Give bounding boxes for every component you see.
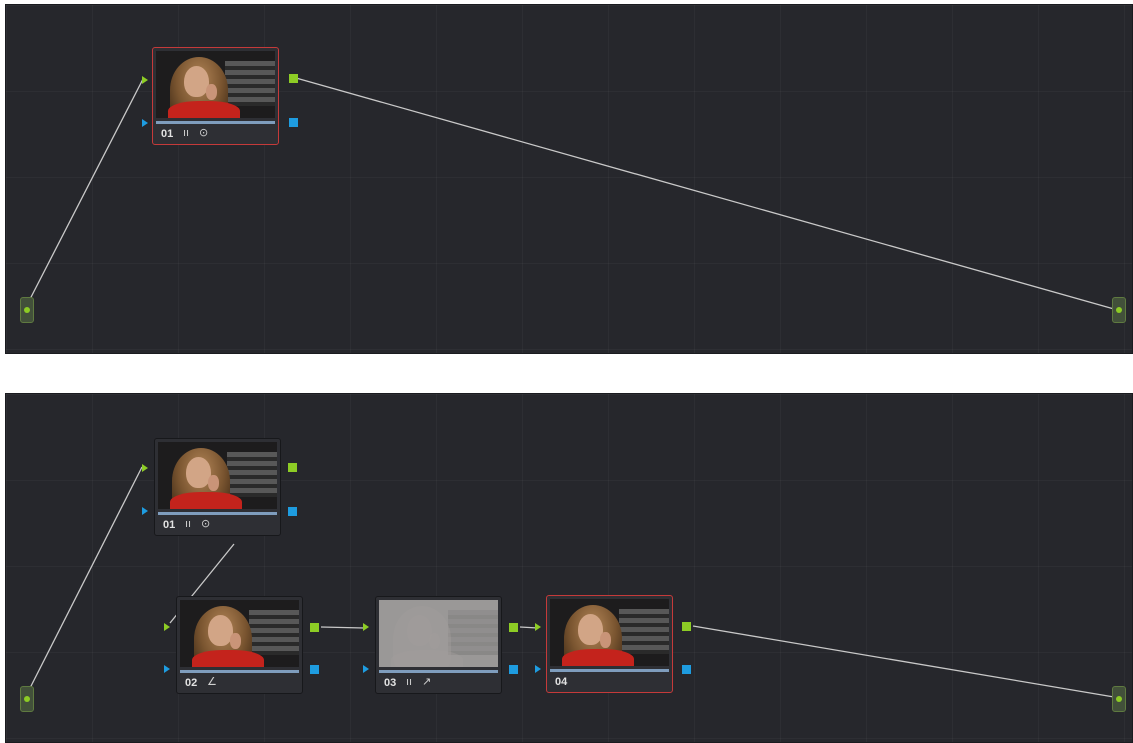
key-input-port[interactable]	[535, 665, 541, 673]
levels-icon: ıı	[185, 517, 192, 530]
key-input-port[interactable]	[142, 507, 148, 515]
node-label: 02	[185, 677, 198, 689]
output-node[interactable]	[1112, 686, 1126, 712]
rgb-input-port[interactable]	[363, 623, 369, 631]
node-label: 01	[163, 519, 176, 531]
node-02[interactable]: 02 ∠	[176, 596, 303, 694]
key-output-port[interactable]	[289, 118, 298, 127]
node-01[interactable]: 01 ıı ⊙	[152, 47, 279, 145]
source-input-node[interactable]	[20, 297, 34, 323]
source-input-node[interactable]	[20, 686, 34, 712]
clock-icon: ⊙	[201, 517, 211, 530]
rgb-output-port[interactable]	[310, 623, 319, 632]
wire-source-to-01	[27, 466, 143, 693]
clock-icon: ⊙	[199, 126, 209, 139]
node-graph-panel-before[interactable]: 01 ıı ⊙	[5, 4, 1133, 354]
levels-icon: ıı	[406, 675, 413, 688]
wire-02-to-03	[320, 626, 365, 629]
node-progress-bar	[180, 670, 299, 673]
node-thumbnail	[156, 51, 275, 118]
rgb-input-port[interactable]	[142, 76, 148, 84]
node-thumbnail	[180, 600, 299, 667]
rgb-output-port[interactable]	[509, 623, 518, 632]
levels-icon: ıı	[183, 126, 190, 139]
rgb-input-port[interactable]	[164, 623, 170, 631]
key-output-port[interactable]	[310, 665, 319, 674]
rgb-output-port[interactable]	[289, 74, 298, 83]
rgb-input-port[interactable]	[535, 623, 541, 631]
node-01[interactable]: 01 ıı ⊙	[154, 438, 281, 536]
wire-source-to-01	[27, 78, 144, 304]
key-input-port[interactable]	[164, 665, 170, 673]
node-progress-bar	[550, 669, 669, 672]
node-graph-panel-after[interactable]: 01 ıı ⊙ 02 ∠ 03 ıı ↗ 04	[5, 393, 1133, 743]
node-thumbnail	[379, 600, 498, 667]
wire-01-to-output	[295, 77, 1115, 310]
node-label: 01	[161, 128, 174, 140]
key-input-port[interactable]	[363, 665, 369, 673]
rgb-output-port[interactable]	[682, 622, 691, 631]
node-thumbnail	[550, 599, 669, 666]
node-progress-bar	[156, 121, 275, 124]
node-label: 04	[555, 676, 568, 688]
output-node[interactable]	[1112, 297, 1126, 323]
picker-icon: ↗	[422, 675, 432, 688]
node-thumbnail	[158, 442, 277, 509]
node-progress-bar	[158, 512, 277, 515]
node-label: 03	[384, 677, 397, 689]
node-03[interactable]: 03 ıı ↗	[375, 596, 502, 694]
curve-icon: ∠	[207, 675, 217, 688]
key-output-port[interactable]	[682, 665, 691, 674]
node-progress-bar	[379, 670, 498, 673]
key-output-port[interactable]	[288, 507, 297, 516]
rgb-output-port[interactable]	[288, 463, 297, 472]
key-input-port[interactable]	[142, 119, 148, 127]
wire-04-to-output	[692, 625, 1115, 698]
key-output-port[interactable]	[509, 665, 518, 674]
node-04[interactable]: 04	[546, 595, 673, 693]
rgb-input-port[interactable]	[142, 464, 148, 472]
